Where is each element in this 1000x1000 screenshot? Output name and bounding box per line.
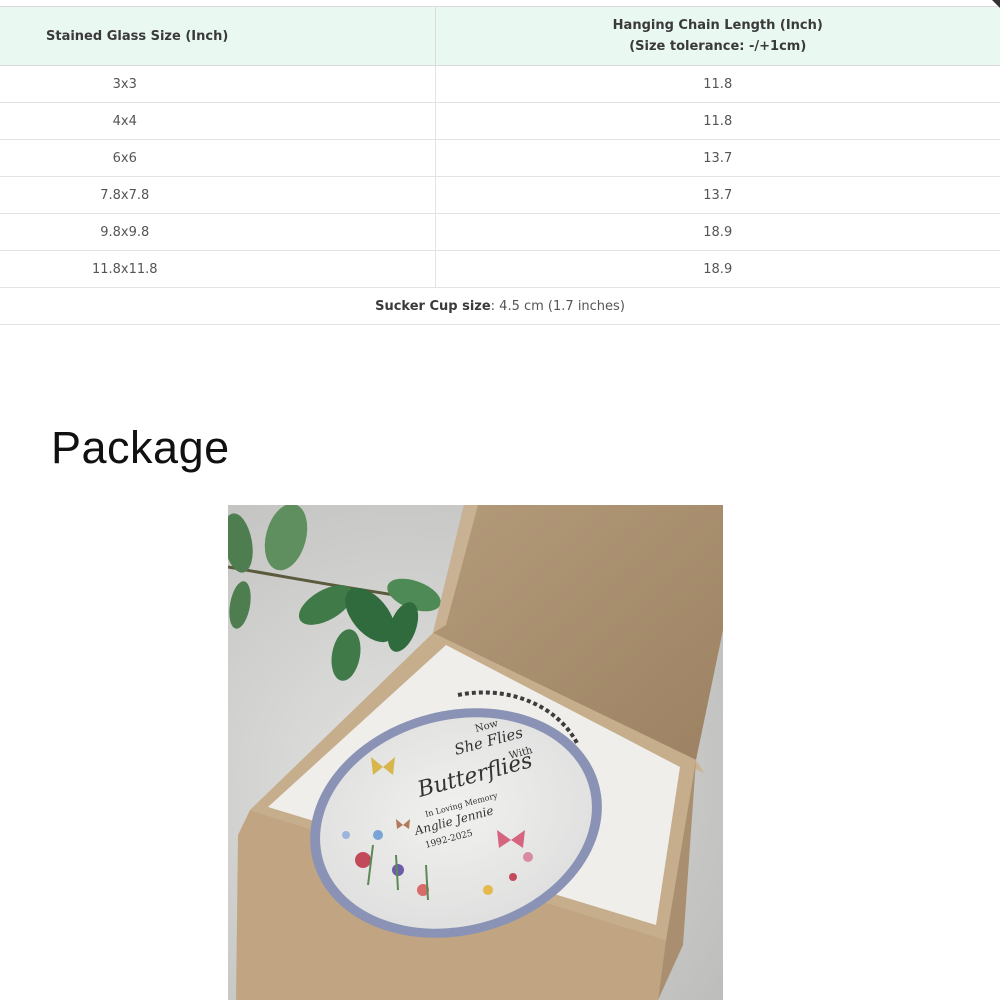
header-chain-length: Hanging Chain Length (Inch) (Size tolera…	[435, 6, 1000, 66]
table-row: 3x3 11.8	[0, 65, 1000, 103]
page: Stained Glass Size (Inch) Hanging Chain …	[0, 0, 1000, 1000]
table-note-row: Sucker Cup size: 4.5 cm (1.7 inches)	[0, 287, 1000, 325]
table-row: 7.8x7.8 13.7	[0, 176, 1000, 214]
table-row: 9.8x9.8 18.9	[0, 213, 1000, 251]
table-row: 4x4 11.8	[0, 102, 1000, 140]
sucker-cup-note: Sucker Cup size: 4.5 cm (1.7 inches)	[0, 287, 1000, 325]
size-cell: 4x4	[0, 102, 436, 140]
size-cell: 7.8x7.8	[0, 176, 436, 214]
table-row: 6x6 13.7	[0, 139, 1000, 177]
size-table: Stained Glass Size (Inch) Hanging Chain …	[0, 6, 1000, 325]
chain-cell: 11.8	[435, 102, 1000, 140]
package-title: Package	[51, 422, 230, 473]
note-label: Sucker Cup size	[375, 298, 491, 314]
chain-cell: 13.7	[435, 139, 1000, 177]
chain-cell: 18.9	[435, 250, 1000, 288]
chain-cell: 13.7	[435, 176, 1000, 214]
chain-cell: 11.8	[435, 65, 1000, 103]
header-size: Stained Glass Size (Inch)	[0, 6, 436, 66]
size-cell: 9.8x9.8	[0, 213, 436, 251]
note-value: : 4.5 cm (1.7 inches)	[490, 298, 625, 314]
size-cell: 3x3	[0, 65, 436, 103]
corner-arrow-icon	[992, 0, 1000, 8]
size-cell: 6x6	[0, 139, 436, 177]
header-chain-tolerance: (Size tolerance: -/+1cm)	[629, 39, 807, 54]
chain-cell: 18.9	[435, 213, 1000, 251]
table-row: 11.8x11.8 18.9	[0, 250, 1000, 288]
size-cell: 11.8x11.8	[0, 250, 436, 288]
header-chain-title: Hanging Chain Length (Inch)	[612, 18, 823, 33]
table-header-row: Stained Glass Size (Inch) Hanging Chain …	[0, 6, 1000, 66]
product-photo: Now She Flies With Butterflies In Loving…	[228, 505, 723, 1000]
package-illustration: Now She Flies With Butterflies In Loving…	[228, 505, 723, 1000]
